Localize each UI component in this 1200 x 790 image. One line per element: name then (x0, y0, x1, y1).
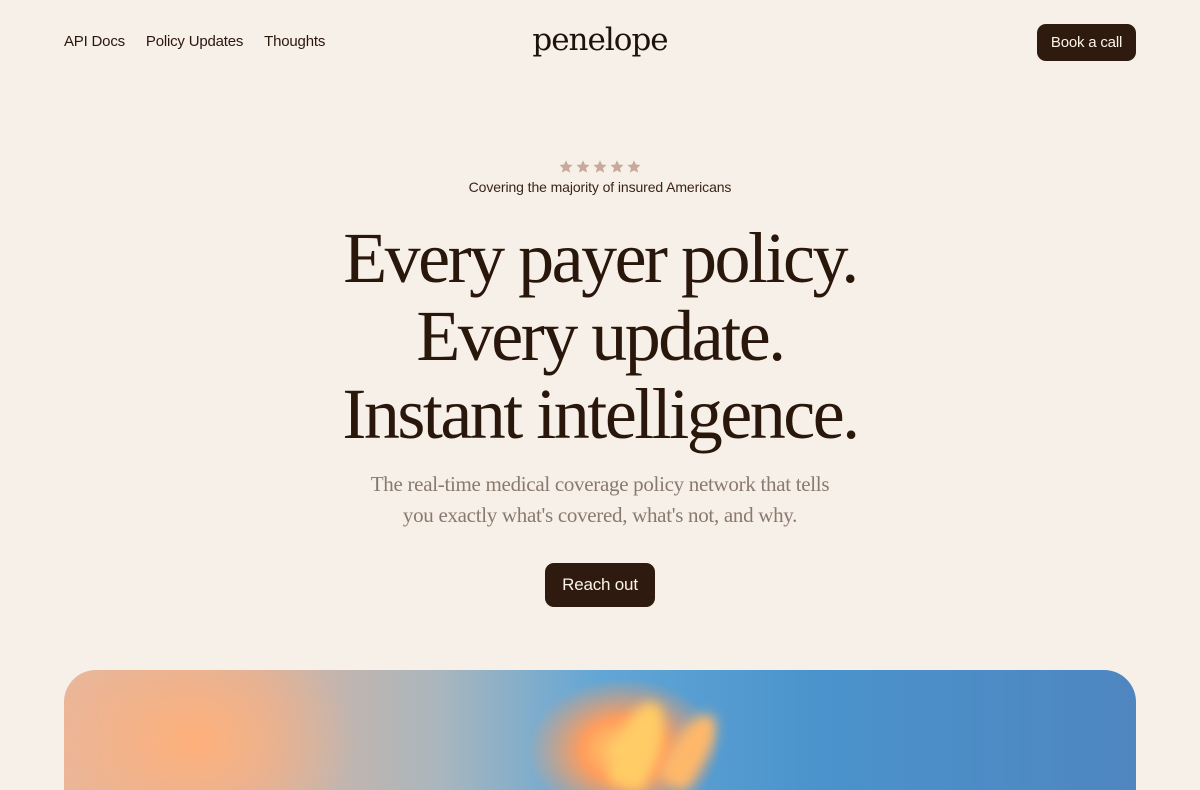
top-nav: API Docs Policy Updates Thoughts penelop… (0, 0, 1200, 86)
hero-artwork (64, 670, 1136, 790)
rating-stars (0, 150, 1200, 173)
star-icon (576, 160, 590, 173)
star-icon (593, 160, 607, 173)
hero-headline: Every payer policy. Every update. Instan… (0, 219, 1200, 453)
headline-line-1: Every payer policy. (343, 218, 859, 298)
hero-subhead: The real-time medical coverage policy ne… (370, 472, 830, 527)
flame-shape (656, 706, 726, 790)
star-icon (610, 160, 624, 173)
star-icon (559, 160, 573, 173)
reach-out-button[interactable]: Reach out (545, 563, 655, 607)
star-icon (627, 160, 641, 173)
headline-line-2: Every update. (416, 296, 786, 376)
hero-section: Covering the majority of insured America… (0, 150, 1200, 607)
book-a-call-button[interactable]: Book a call (1037, 24, 1136, 61)
rating-caption: Covering the majority of insured America… (468, 179, 732, 195)
headline-line-3: Instant intelligence. (342, 374, 860, 454)
logo[interactable]: penelope (0, 22, 1200, 58)
